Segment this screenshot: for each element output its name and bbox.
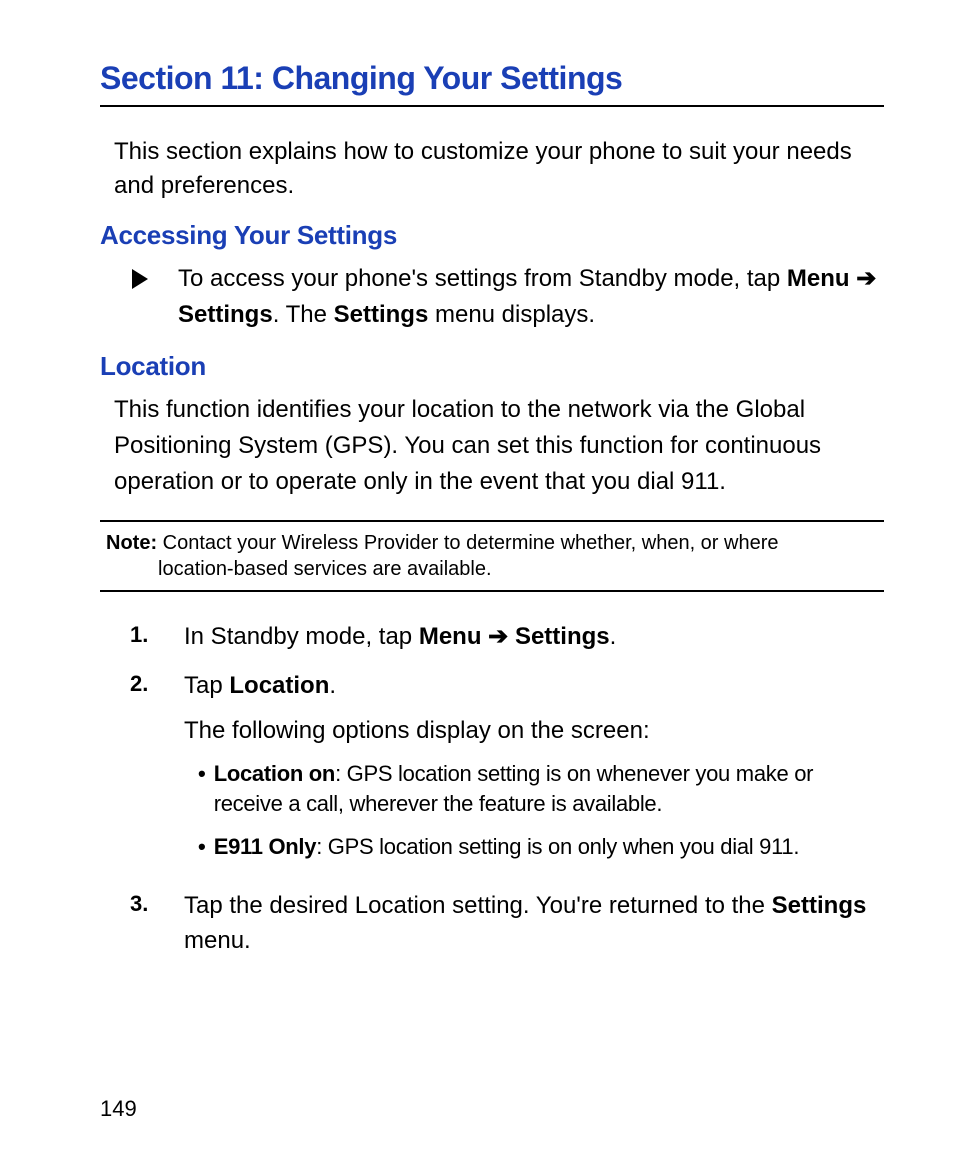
location-on-bold: Location on	[214, 761, 335, 786]
bullet-item-2: • E911 Only: GPS location setting is on …	[198, 832, 884, 863]
bullet-body: Location on: GPS location setting is on …	[214, 759, 884, 821]
note-line-1: Contact your Wireless Provider to determ…	[157, 532, 778, 554]
text-fragment: In Standby mode, tap	[184, 623, 419, 650]
intro-paragraph: This section explains how to customize y…	[114, 135, 884, 202]
bullet-body: E911 Only: GPS location setting is on on…	[214, 832, 884, 863]
bullet-icon: •	[198, 759, 206, 790]
bullet-list: • Location on: GPS location setting is o…	[198, 759, 884, 863]
subheading-accessing: Accessing Your Settings	[100, 220, 884, 251]
list-item-2: 2. Tap Location. The following options d…	[130, 669, 884, 875]
text-fragment: .	[610, 623, 617, 650]
page-number: 149	[100, 1096, 137, 1122]
text-fragment: To access your phone's settings from Sta…	[178, 265, 787, 292]
settings-bold: Settings	[772, 892, 867, 919]
text-fragment: .	[329, 672, 336, 699]
section-title: Section 11: Changing Your Settings	[100, 60, 884, 97]
settings-bold: Settings	[178, 301, 273, 328]
subheading-location: Location	[100, 351, 884, 382]
list-item-3: 3. Tap the desired Location setting. You…	[130, 889, 884, 959]
arrow-symbol: ➔	[488, 623, 508, 650]
e911-bold: E911 Only	[214, 834, 316, 859]
list-number: 3.	[130, 891, 184, 917]
list-number: 2.	[130, 671, 184, 697]
note-label: Note:	[106, 532, 157, 554]
note-divider-top	[100, 520, 884, 522]
triangle-right-icon	[132, 269, 148, 289]
ordered-list: 1. In Standby mode, tap Menu ➔ Settings.…	[130, 620, 884, 958]
bullet-icon: •	[198, 832, 206, 863]
list-body: Tap the desired Location setting. You're…	[184, 889, 884, 959]
list-body: In Standby mode, tap Menu ➔ Settings.	[184, 620, 884, 655]
text-fragment: . The	[273, 301, 334, 328]
text-fragment: menu displays.	[428, 301, 595, 328]
text-fragment: menu.	[184, 927, 251, 954]
note-divider-bottom	[100, 590, 884, 592]
text-fragment: : GPS location setting is on only when y…	[316, 834, 799, 859]
arrow-symbol: ➔	[856, 265, 876, 292]
list-number: 1.	[130, 622, 184, 648]
menu-bold: Menu	[419, 623, 482, 650]
settings-bold-2: Settings	[334, 301, 429, 328]
location-paragraph: This function identifies your location t…	[114, 392, 884, 500]
sub-paragraph: The following options display on the scr…	[184, 714, 884, 749]
settings-bold: Settings	[515, 623, 610, 650]
text-fragment: Tap the desired Location setting. You're…	[184, 892, 772, 919]
note-line-2: location-based services are available.	[106, 556, 864, 582]
list-body: Tap Location. The following options disp…	[184, 669, 884, 875]
menu-bold: Menu	[787, 265, 850, 292]
bullet-item-1: • Location on: GPS location setting is o…	[198, 759, 884, 821]
arrow-instruction-text: To access your phone's settings from Sta…	[178, 261, 884, 333]
title-divider	[100, 105, 884, 107]
location-bold: Location	[229, 672, 329, 699]
note-block: Note: Contact your Wireless Provider to …	[106, 530, 884, 582]
list-item-1: 1. In Standby mode, tap Menu ➔ Settings.	[130, 620, 884, 655]
text-fragment: Tap	[184, 672, 229, 699]
arrow-instruction: To access your phone's settings from Sta…	[132, 261, 884, 333]
